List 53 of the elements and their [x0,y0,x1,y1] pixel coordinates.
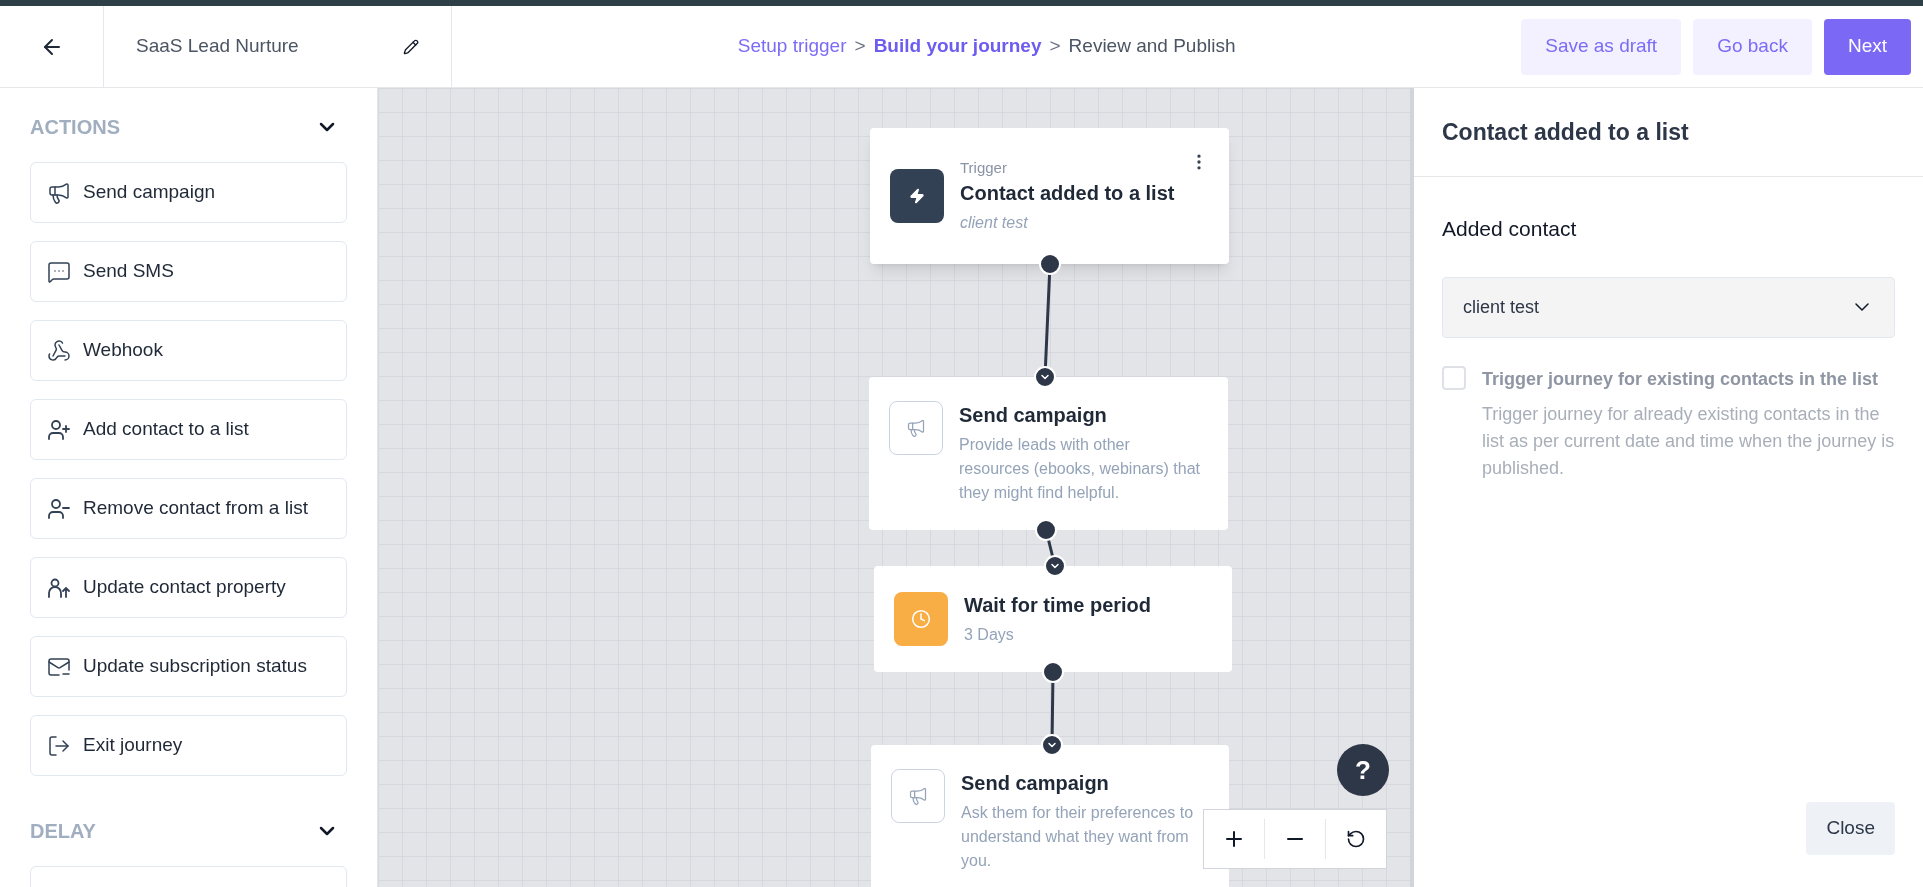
breadcrumb-separator: > [854,34,866,59]
section-title: DELAY [30,819,96,844]
action-card[interactable]: Send SMS [30,241,347,302]
breadcrumb-step[interactable]: Setup trigger [737,32,847,61]
contact-select[interactable]: client test [1442,276,1895,338]
clock-icon [894,592,948,646]
help-button[interactable]: ? [1337,744,1389,796]
secondary-button[interactable]: Go back [1693,18,1812,75]
action-card[interactable]: Exit journey [30,715,347,776]
breadcrumb-step[interactable]: Build your journey [873,32,1042,61]
action-card[interactable]: Remove contact from a list [30,478,347,539]
section-title: ACTIONS [30,115,120,140]
action-card[interactable]: Add contact to a list [30,399,347,460]
journey-node[interactable]: Send campaign Provide leads with other resources (ebooks, webinars) that they might find helpful. [869,377,1228,530]
checkbox-label: Trigger journey for existing contacts in the list [1482,367,1880,391]
node-title: Send campaign [961,771,1110,796]
secondary-button[interactable]: Save as draft [1521,18,1682,75]
node-description: Ask them for their preferences to understand what they want from you. [961,803,1195,871]
node-description: Provide leads with other resources (ebooks, webinars) that they might find helpful. [959,435,1201,503]
journey-name: SaaS Lead Nurture [136,34,299,59]
journey-node[interactable]: Send campaign Ask them for their preferences to understand what they want from you. [871,745,1229,887]
journey-node[interactable]: Wait for time period 3 Days [874,566,1232,672]
node-title: Send campaign [959,403,1108,428]
megaphone-icon [889,401,943,455]
chevron-icon[interactable] [1034,366,1056,388]
node-label: Trigger [960,157,1008,178]
journey-node[interactable]: Trigger Contact added to a list client test [870,128,1229,264]
chevron-icon[interactable] [1044,555,1066,577]
megaphone-icon [891,769,945,823]
node-title: Contact added to a list [960,181,1175,207]
action-card[interactable]: Webhook [30,320,347,381]
action-card[interactable]: Send campaign [30,162,347,223]
node-title: Wait for time period [964,593,1152,618]
chat-icon [47,259,71,284]
breadcrumb-step[interactable]: Review and Publish [1068,32,1236,61]
action-card[interactable]: Update contact property [30,557,347,618]
node-description: 3 Days [964,625,1015,645]
user-plus-icon [47,417,71,442]
next-button[interactable]: Next [1823,18,1911,75]
megaphone-icon [47,180,71,205]
exit-icon [47,733,71,758]
edit-icon[interactable] [403,38,419,55]
lightning-icon [890,169,944,223]
node-description: client test [960,213,1029,234]
breadcrumb-separator: > [1049,34,1061,59]
chevron-icon[interactable] [1041,734,1063,756]
close-button[interactable]: Close [1806,802,1895,855]
field-label: Added contact [1442,216,1578,242]
user-minus-icon [47,496,71,521]
webhook-icon [47,338,71,363]
checkbox-description: Trigger journey for already existing contacts in the list as per current date and time when the journey is published. [1482,402,1895,480]
panel-title: Contact added to a list [1442,117,1689,147]
action-card[interactable]: Update subscription status [30,636,347,697]
